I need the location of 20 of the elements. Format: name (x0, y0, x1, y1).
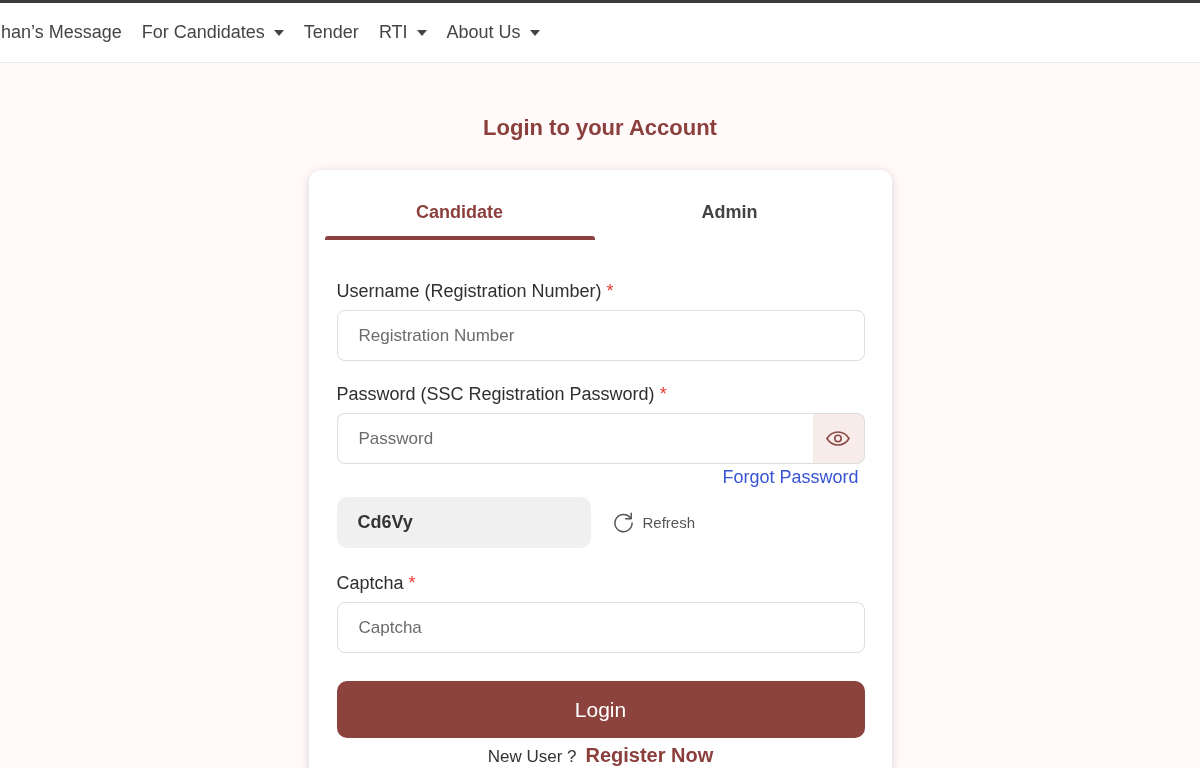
register-link[interactable]: Register Now (585, 746, 714, 764)
field-label: Username (Registration Number) * (336, 280, 615, 303)
nav-link[interactable]: han’s Message (0, 22, 132, 43)
forgot-password-link[interactable]: Forgot Password (722, 466, 859, 488)
login-tab[interactable]: Candidate (324, 186, 595, 240)
login-button[interactable]: Login (336, 681, 865, 738)
refresh-icon (612, 512, 634, 533)
login-tab[interactable]: Admin (594, 186, 865, 240)
refresh-button[interactable]: Refresh (612, 512, 696, 533)
page-title: Login to your Account (482, 114, 718, 142)
field-label: Password (SSC Registration Password) * (336, 383, 668, 406)
text-input[interactable]: Captcha (336, 602, 865, 653)
nav-link[interactable]: RTI (368, 22, 437, 43)
field-label: Captcha * (336, 572, 417, 595)
text-input[interactable]: Registration Number (336, 310, 865, 361)
nav-link[interactable]: About Us (436, 22, 550, 43)
captcha-code: Cd6Vy (336, 497, 591, 548)
new-user-text: New User ? (487, 748, 577, 766)
nav-link[interactable]: Tender (293, 22, 369, 43)
nav-link[interactable]: For Candidates (131, 22, 294, 43)
